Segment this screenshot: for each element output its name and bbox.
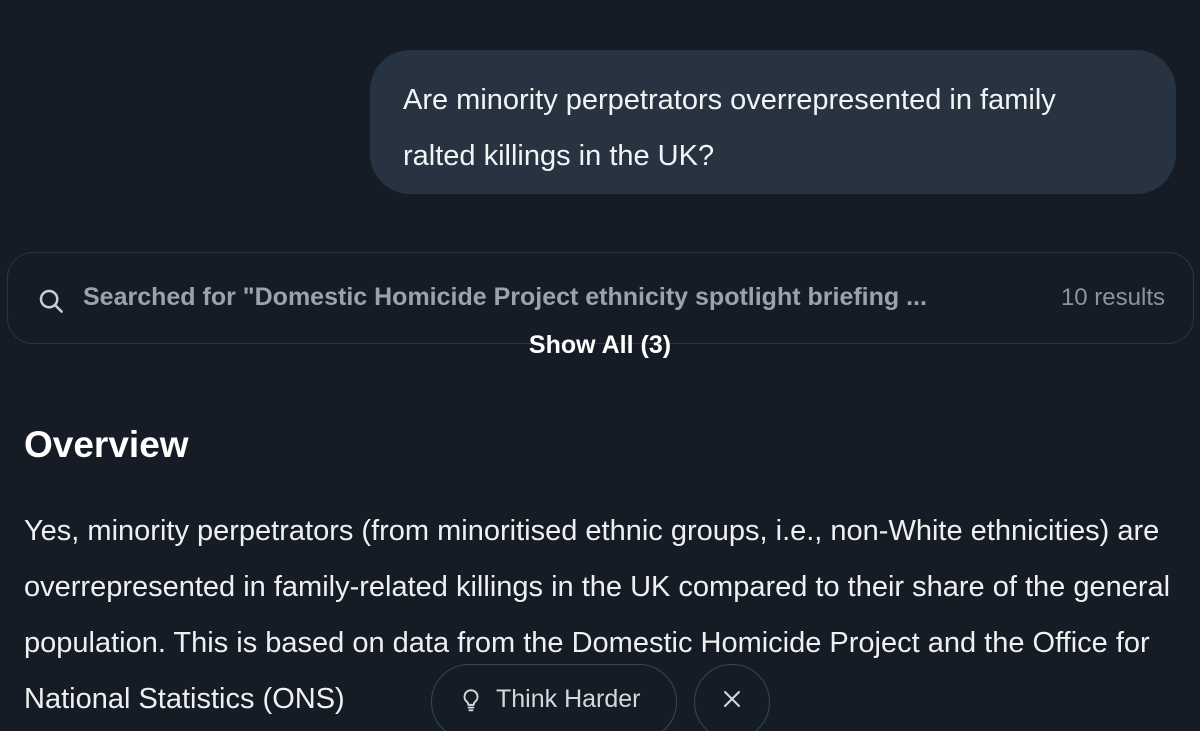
user-message-bubble: Are minority perpetrators overrepresente… [370,50,1176,194]
close-icon [724,691,740,707]
search-query-text: Searched for "Domestic Homicide Project … [83,283,927,311]
user-message-text: Are minority perpetrators overrepresente… [403,84,1056,172]
search-results-count: 10 results [1060,284,1165,311]
show-all-button[interactable]: Show All (3) [0,331,1200,360]
overview-heading: Overview [24,424,189,465]
think-harder-label: Think Harder [496,684,641,713]
search-icon [39,289,63,313]
chat-page: Are minority perpetrators overrepresente… [0,0,1200,731]
think-harder-button[interactable]: Think Harder [431,664,677,731]
lightbulb-icon [463,689,479,712]
close-button[interactable] [694,664,770,731]
